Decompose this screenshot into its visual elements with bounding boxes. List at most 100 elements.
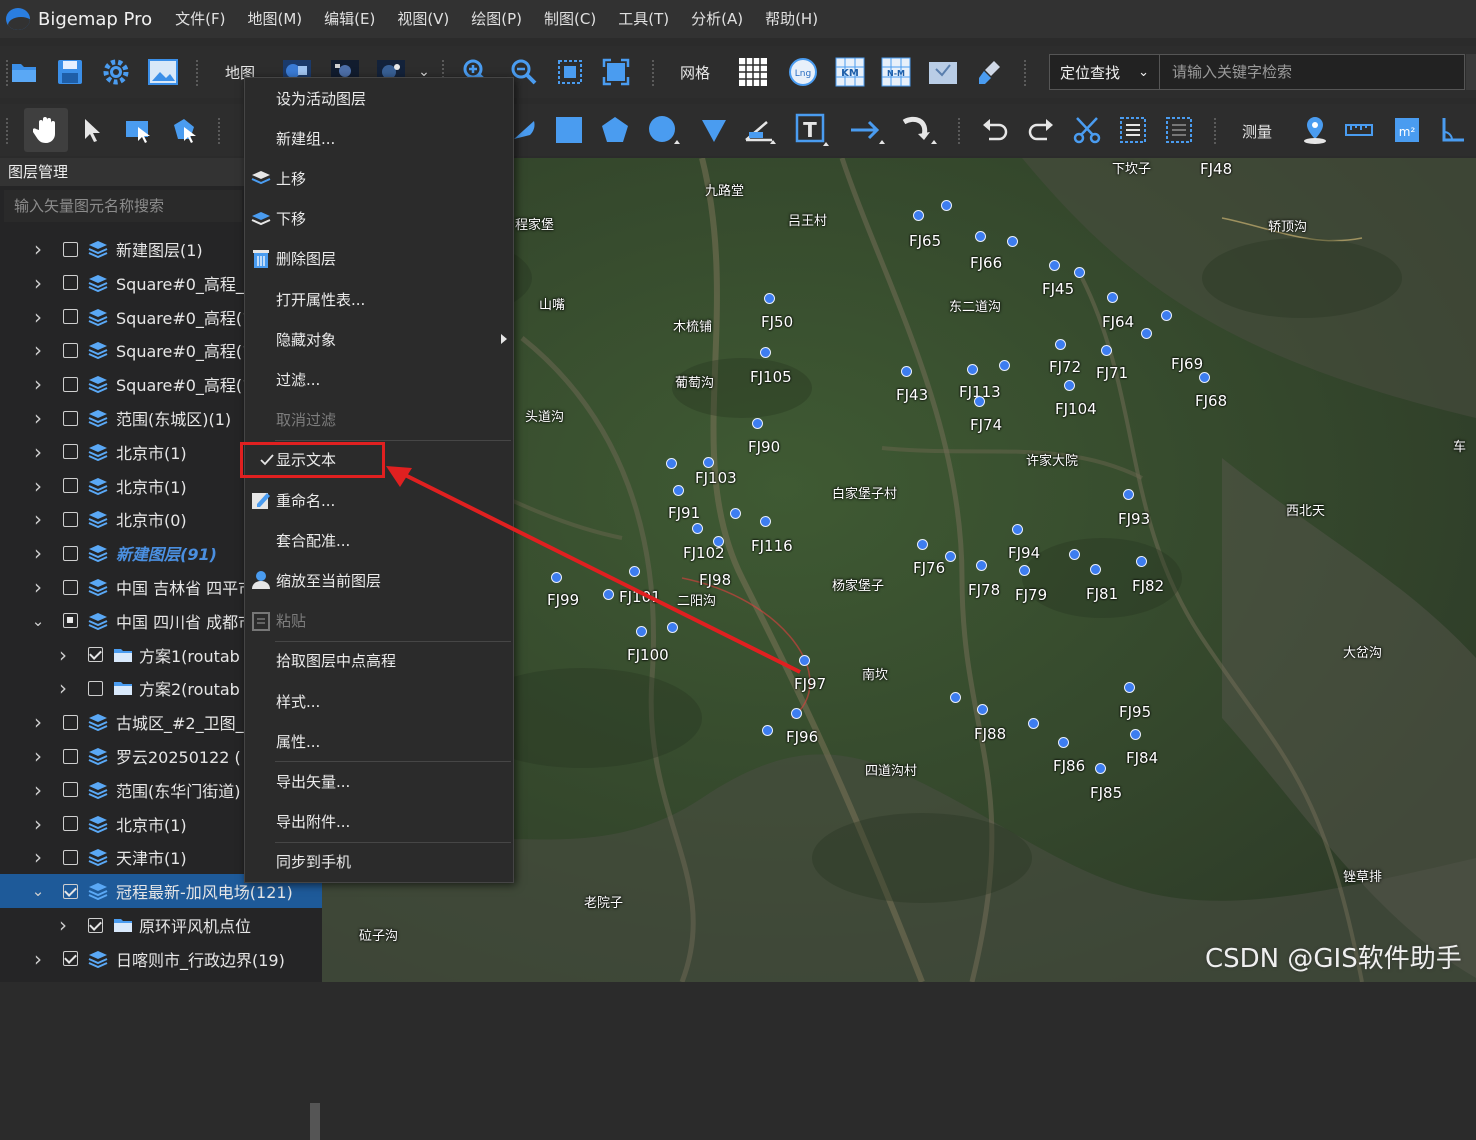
turbine-point-marker[interactable]: [791, 708, 802, 719]
layer-visibility-checkbox[interactable]: [63, 849, 78, 865]
chevron-right-icon[interactable]: ›: [31, 710, 45, 734]
turbine-point-marker[interactable]: [1124, 682, 1135, 693]
turbine-point-marker[interactable]: [1074, 267, 1085, 278]
context-menu-item[interactable]: 拾取图层中点高程: [245, 641, 513, 681]
context-menu-item[interactable]: 上移: [245, 158, 513, 198]
turbine-point-marker[interactable]: [976, 560, 987, 571]
turbine-point-marker[interactable]: [1123, 489, 1134, 500]
layer-visibility-checkbox[interactable]: [63, 545, 78, 561]
chevron-right-icon[interactable]: ›: [31, 778, 45, 802]
context-menu-item[interactable]: 缩放至当前图层: [245, 560, 513, 600]
turbine-point-marker[interactable]: [760, 347, 771, 358]
measure-distance-icon[interactable]: [1342, 112, 1376, 148]
menu-help[interactable]: 帮助(H): [754, 0, 829, 38]
chevron-right-icon[interactable]: ›: [31, 474, 45, 498]
context-menu-item[interactable]: 同步到手机: [245, 842, 513, 882]
turbine-point-marker[interactable]: [692, 523, 703, 534]
context-menu-item[interactable]: 打开属性表...: [245, 279, 513, 319]
turbine-point-marker[interactable]: [667, 622, 678, 633]
layer-visibility-checkbox[interactable]: [63, 782, 78, 798]
draw-arrow-icon[interactable]: [846, 112, 888, 148]
turbine-point-marker[interactable]: [1161, 310, 1172, 321]
layer-visibility-checkbox[interactable]: [88, 680, 103, 696]
context-menu-item[interactable]: 下移: [245, 199, 513, 239]
layer-visibility-checkbox[interactable]: [88, 647, 103, 663]
turbine-point-marker[interactable]: [945, 551, 956, 562]
panel-scrollbar[interactable]: [310, 1103, 320, 1140]
turbine-point-marker[interactable]: [1019, 565, 1030, 576]
turbine-point-marker[interactable]: [1058, 737, 1069, 748]
turbine-point-marker[interactable]: [713, 536, 724, 547]
turbine-point-marker[interactable]: [666, 458, 677, 469]
layer-visibility-checkbox[interactable]: [63, 511, 78, 527]
turbine-point-marker[interactable]: [603, 589, 614, 600]
turbine-point-marker[interactable]: [1069, 549, 1080, 560]
draw-angle-icon[interactable]: [740, 112, 780, 148]
turbine-point-marker[interactable]: [1095, 763, 1106, 774]
location-search-input[interactable]: [1160, 55, 1464, 89]
turbine-point-marker[interactable]: [1199, 372, 1210, 383]
turbine-point-marker[interactable]: [977, 704, 988, 715]
chevron-down-icon[interactable]: ⌄: [31, 882, 45, 900]
layer-visibility-checkbox[interactable]: [63, 342, 78, 358]
select-polygon-icon[interactable]: [166, 112, 202, 148]
draw-rectangle-icon[interactable]: [552, 112, 586, 148]
layer-visibility-checkbox[interactable]: [63, 410, 78, 426]
select-rectangle-icon[interactable]: [120, 112, 156, 148]
draw-triangle-icon[interactable]: [696, 112, 732, 148]
km-grid-icon[interactable]: KM: [834, 56, 866, 88]
menu-tools[interactable]: 工具(T): [607, 0, 680, 38]
chevron-right-icon[interactable]: ›: [56, 676, 70, 700]
turbine-point-marker[interactable]: [901, 366, 912, 377]
layer-visibility-checkbox[interactable]: [88, 917, 103, 933]
redo-icon[interactable]: [1024, 112, 1058, 148]
turbine-point-marker[interactable]: [975, 231, 986, 242]
chevron-right-icon[interactable]: ›: [31, 575, 45, 599]
turbine-point-marker[interactable]: [760, 516, 771, 527]
layer-search-input[interactable]: [4, 190, 242, 222]
layer-visibility-checkbox[interactable]: [63, 478, 78, 494]
turbine-point-marker[interactable]: [941, 200, 952, 211]
layer-visibility-checkbox[interactable]: [63, 883, 78, 899]
turbine-point-marker[interactable]: [1136, 556, 1147, 567]
turbine-point-marker[interactable]: [799, 655, 810, 666]
chevron-right-icon[interactable]: ›: [31, 406, 45, 430]
turbine-point-marker[interactable]: [673, 485, 684, 496]
chevron-right-icon[interactable]: ›: [31, 440, 45, 464]
turbine-point-marker[interactable]: [1107, 292, 1118, 303]
select-arrow-icon[interactable]: [76, 112, 108, 148]
context-menu-item[interactable]: 导出矢量...: [245, 761, 513, 801]
layer-visibility-checkbox[interactable]: [63, 714, 78, 730]
measure-area-icon[interactable]: m²: [1390, 112, 1424, 148]
chevron-right-icon[interactable]: ›: [31, 338, 45, 362]
menu-view[interactable]: 视图(V): [386, 0, 460, 38]
context-menu-item[interactable]: 套合配准...: [245, 520, 513, 560]
chevron-right-icon[interactable]: ›: [31, 812, 45, 836]
undo-icon[interactable]: [978, 112, 1012, 148]
fullscreen-icon[interactable]: [600, 56, 632, 88]
layer-visibility-checkbox[interactable]: [63, 579, 78, 595]
chevron-right-icon[interactable]: ›: [56, 643, 70, 667]
turbine-point-marker[interactable]: [551, 572, 562, 583]
menu-analysis[interactable]: 分析(A): [680, 0, 754, 38]
context-menu-item[interactable]: 过滤...: [245, 359, 513, 399]
context-menu-item[interactable]: 导出附件...: [245, 802, 513, 842]
chevron-right-icon[interactable]: ›: [31, 305, 45, 329]
turbine-point-marker[interactable]: [1090, 564, 1101, 575]
chevron-right-icon[interactable]: ›: [31, 744, 45, 768]
open-folder-icon[interactable]: [8, 56, 40, 88]
layer-visibility-checkbox[interactable]: [63, 613, 78, 629]
layer-visibility-checkbox[interactable]: [63, 816, 78, 832]
context-menu-item[interactable]: 删除图层: [245, 239, 513, 279]
layer-visibility-checkbox[interactable]: [63, 275, 78, 291]
menu-draw[interactable]: 绘图(P): [460, 0, 533, 38]
turbine-point-marker[interactable]: [629, 566, 640, 577]
turbine-point-marker[interactable]: [636, 626, 647, 637]
search-category-select[interactable]: 定位查找 ⌄: [1050, 55, 1160, 89]
chevron-right-icon[interactable]: ›: [31, 237, 45, 261]
turbine-point-marker[interactable]: [913, 210, 924, 221]
clear-brush-icon[interactable]: [974, 56, 1006, 88]
chevron-right-icon[interactable]: ›: [31, 372, 45, 396]
context-menu-item[interactable]: 隐藏对象: [245, 319, 513, 359]
turbine-point-marker[interactable]: [917, 539, 928, 550]
